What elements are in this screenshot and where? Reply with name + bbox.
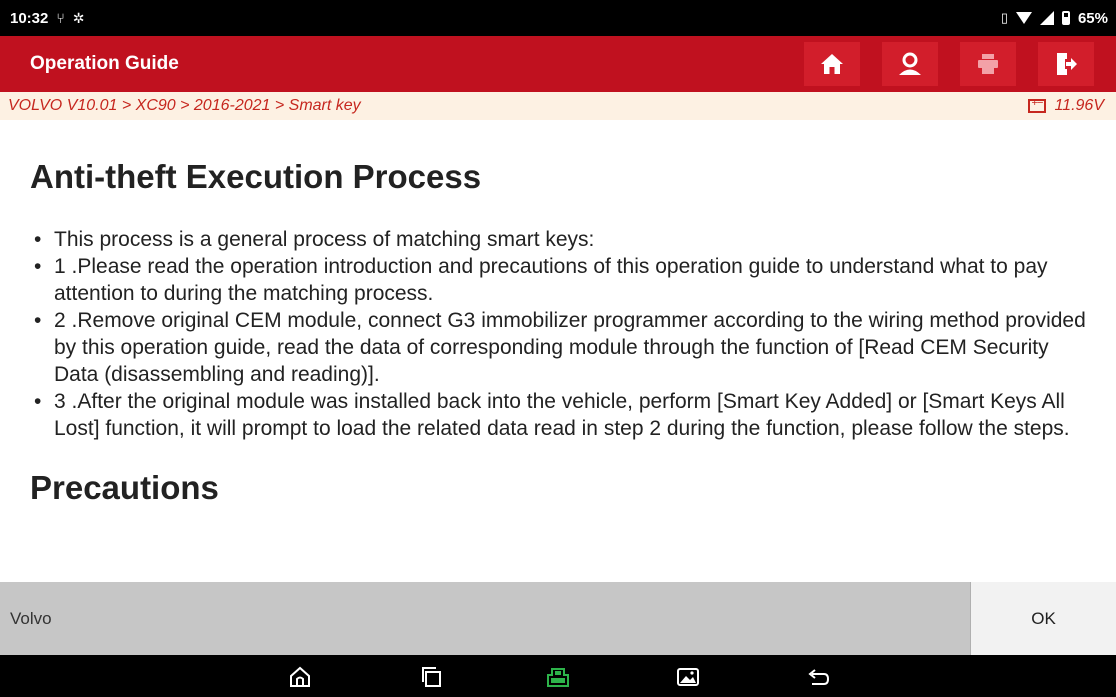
bluetooth-icon: ✲ (72, 9, 85, 26)
screenshot-icon[interactable] (676, 665, 700, 689)
process-steps: This process is a general process of mat… (30, 226, 1086, 442)
system-nav-bar (0, 655, 1116, 697)
voltage-value: 11.96V (1054, 97, 1104, 114)
vci-icon[interactable] (546, 665, 570, 689)
breadcrumb: VOLVO V10.01 > XC90 > 2016-2021 > Smart … (8, 97, 361, 114)
print-icon (978, 54, 998, 74)
brand-label: Volvo (10, 608, 52, 628)
signal-icon (1039, 11, 1054, 25)
status-time: 10:32 (10, 9, 49, 27)
status-bar: 10:32 ⑂ ✲ ▯ 65% (0, 0, 1116, 36)
wifi-icon (1015, 12, 1032, 24)
list-item: 3 .After the original module was install… (30, 388, 1086, 442)
section-heading: Anti-theft Execution Process (30, 158, 482, 195)
breadcrumb-bar: VOLVO V10.01 > XC90 > 2016-2021 > Smart … (0, 92, 1116, 120)
app-header: Operation Guide (0, 36, 1116, 92)
vibrate-icon: ▯ (1000, 10, 1008, 25)
nav-home-icon[interactable] (288, 665, 312, 689)
list-item: 2 .Remove original CEM module, connect G… (30, 307, 1086, 388)
list-item: 1 .Please read the operation introductio… (30, 253, 1086, 307)
guide-content[interactable]: Anti-theft Execution Process This proces… (0, 120, 1116, 582)
back-icon[interactable] (806, 665, 830, 689)
battery-icon (1061, 11, 1070, 25)
battery-level: 65% (1077, 9, 1108, 27)
home-button[interactable] (804, 42, 860, 86)
footer-bar: Volvo OK (0, 582, 1116, 655)
precautions-heading: Precautions (30, 469, 219, 506)
recent-apps-icon[interactable] (420, 665, 444, 689)
exit-icon (1057, 53, 1077, 75)
user-icon (899, 52, 921, 75)
home-icon (821, 54, 843, 74)
car-battery-icon (1028, 97, 1047, 113)
page-title: Operation Guide (30, 53, 179, 74)
user-button[interactable] (882, 42, 938, 86)
list-item: This process is a general process of mat… (30, 226, 1086, 253)
usb-icon: ⑂ (56, 10, 65, 26)
exit-button[interactable] (1038, 42, 1094, 86)
ok-button[interactable]: OK (970, 582, 1116, 655)
print-button[interactable] (960, 42, 1016, 86)
voltage-indicator: 11.96V (1028, 97, 1104, 115)
